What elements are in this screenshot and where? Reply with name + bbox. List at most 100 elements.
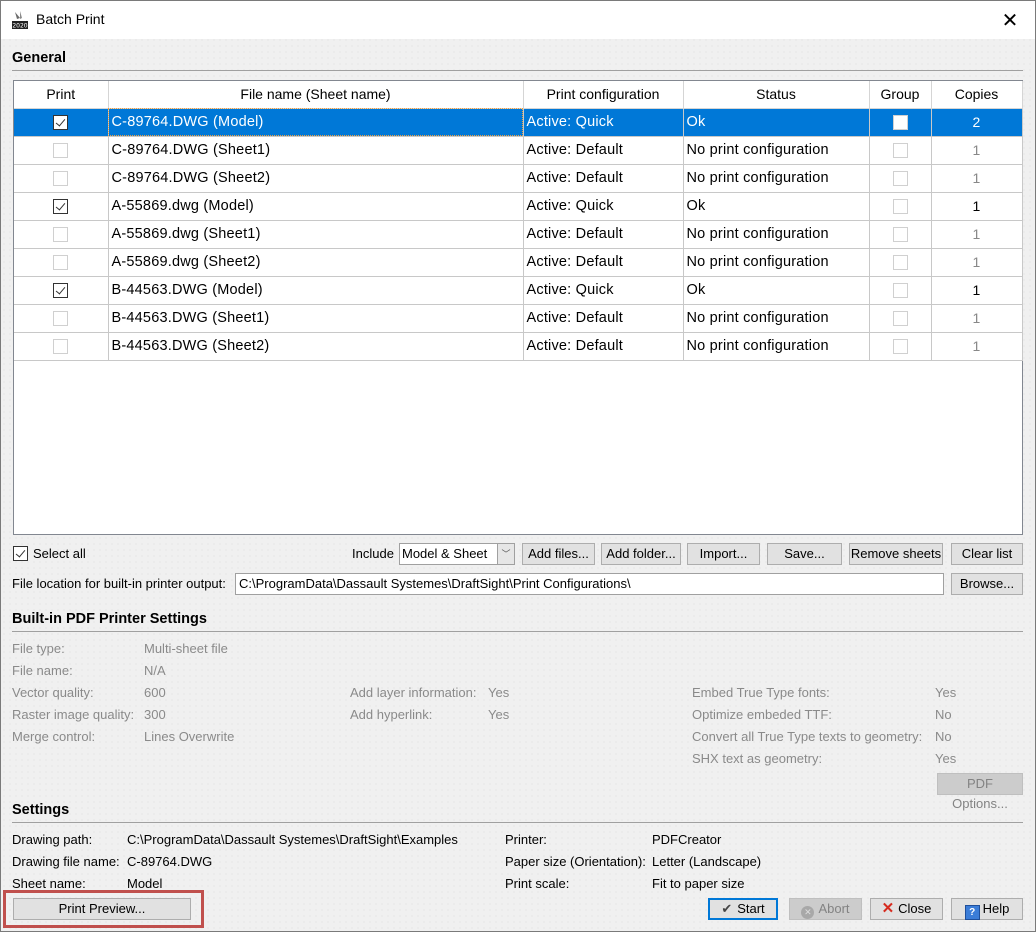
print-checkbox[interactable] — [53, 198, 69, 214]
cell-copies[interactable]: 1 — [931, 220, 1023, 249]
copies-value[interactable]: 1 — [973, 198, 981, 214]
print-checkbox[interactable] — [53, 170, 69, 186]
cell-print-configuration[interactable]: Active: Quick — [523, 192, 684, 221]
print-checkbox[interactable] — [53, 114, 69, 130]
file-location-input[interactable]: C:\ProgramData\Dassault Systemes\DraftSi… — [235, 573, 944, 595]
cell-group[interactable] — [869, 248, 932, 277]
column-header-group[interactable]: Group — [869, 81, 932, 109]
group-checkbox[interactable] — [892, 254, 908, 270]
remove-sheets-button[interactable]: Remove sheets — [849, 543, 943, 565]
cell-file-name[interactable]: C-89764.DWG (Sheet1) — [108, 136, 524, 165]
cell-copies[interactable]: 1 — [931, 136, 1023, 165]
column-header-file-name[interactable]: File name (Sheet name) — [108, 81, 524, 109]
cell-copies[interactable]: 1 — [931, 332, 1023, 361]
group-checkbox[interactable] — [892, 170, 908, 186]
copies-value[interactable]: 1 — [973, 226, 981, 242]
cell-copies[interactable]: 1 — [931, 304, 1023, 333]
cell-copies[interactable]: 1 — [931, 248, 1023, 277]
column-header-print[interactable]: Print — [14, 81, 109, 109]
cell-print-configuration[interactable]: Active: Default — [523, 164, 684, 193]
cell-copies[interactable]: 1 — [931, 276, 1023, 305]
table-row[interactable]: C-89764.DWG (Sheet1) Active: Default No pr… — [14, 136, 1023, 165]
column-header-status[interactable]: Status — [683, 81, 870, 109]
print-checkbox[interactable] — [53, 338, 69, 354]
cell-print[interactable] — [14, 304, 109, 333]
cell-copies[interactable]: 1 — [931, 192, 1023, 221]
chevron-down-icon[interactable]: ﹀ — [497, 544, 514, 564]
cell-group[interactable] — [869, 276, 932, 305]
cell-group[interactable] — [869, 192, 932, 221]
cell-group[interactable] — [869, 220, 932, 249]
cell-file-name[interactable]: C-89764.DWG (Sheet2) — [108, 164, 524, 193]
cell-file-name[interactable]: A-55869.dwg (Model) — [108, 192, 524, 221]
cell-copies[interactable]: 1 — [931, 164, 1023, 193]
cell-file-name[interactable]: B-44563.DWG (Sheet2) — [108, 332, 524, 361]
table-row[interactable]: A-55869.dwg (Sheet2) Active: Default No pr… — [14, 248, 1023, 277]
cell-group[interactable] — [869, 332, 932, 361]
cell-print-configuration[interactable]: Active: Default — [523, 332, 684, 361]
copies-value[interactable]: 1 — [973, 310, 981, 326]
copies-value[interactable]: 1 — [973, 142, 981, 158]
cell-group[interactable] — [869, 164, 932, 193]
include-dropdown[interactable]: Model & Sheet ﹀ — [399, 543, 515, 565]
table-row[interactable]: C-89764.DWG (Sheet2) Active: Default No pr… — [14, 164, 1023, 193]
group-checkbox[interactable] — [892, 310, 908, 326]
help-button[interactable]: ? Help — [951, 898, 1023, 920]
group-checkbox[interactable] — [892, 198, 908, 214]
abort-button[interactable]: ✕ Abort — [789, 898, 862, 920]
copies-value[interactable]: 1 — [973, 254, 981, 270]
print-checkbox[interactable] — [53, 142, 69, 158]
cell-print-configuration[interactable]: Active: Default — [523, 220, 684, 249]
group-checkbox[interactable] — [892, 338, 908, 354]
table-row[interactable]: A-55869.dwg (Sheet1) Active: Default No pr… — [14, 220, 1023, 249]
group-checkbox[interactable] — [892, 226, 908, 242]
print-preview-button[interactable]: Print Preview... — [13, 898, 191, 920]
cell-group[interactable] — [869, 136, 932, 165]
group-checkbox[interactable] — [892, 142, 908, 158]
browse-button[interactable]: Browse... — [951, 573, 1023, 595]
print-checkbox[interactable] — [53, 226, 69, 242]
pdf-options-button[interactable]: PDF Options... — [937, 773, 1023, 811]
start-button[interactable]: ✔ Start — [708, 898, 778, 920]
import-button[interactable]: Import... — [687, 543, 760, 565]
cell-print[interactable] — [14, 108, 109, 137]
cell-print[interactable] — [14, 220, 109, 249]
cell-copies[interactable]: 2 — [931, 108, 1023, 137]
cell-print-configuration[interactable]: Active: Quick — [523, 276, 684, 305]
column-header-print-configuration[interactable]: Print configuration — [523, 81, 684, 109]
table-row[interactable]: B-44563.DWG (Sheet1) Active: Default No pr… — [14, 304, 1023, 333]
cell-file-name[interactable]: A-55869.dwg (Sheet2) — [108, 248, 524, 277]
close-button[interactable]: ✕ Close — [870, 898, 943, 920]
cell-print[interactable] — [14, 276, 109, 305]
cell-print[interactable] — [14, 164, 109, 193]
cell-print[interactable] — [14, 192, 109, 221]
print-checkbox[interactable] — [53, 282, 69, 298]
table-row[interactable]: A-55869.dwg (Model) Active: Quick Ok 1 — [14, 192, 1023, 221]
clear-list-button[interactable]: Clear list — [951, 543, 1023, 565]
copies-value[interactable]: 1 — [973, 338, 981, 354]
cell-print-configuration[interactable]: Active: Default — [523, 304, 684, 333]
cell-group[interactable] — [869, 304, 932, 333]
save-button[interactable]: Save... — [767, 543, 842, 565]
print-checkbox[interactable] — [53, 254, 69, 270]
select-all-checkbox[interactable] — [13, 546, 28, 561]
group-checkbox[interactable] — [892, 282, 908, 298]
add-files-button[interactable]: Add files... — [522, 543, 595, 565]
cell-print-configuration[interactable]: Active: Quick — [523, 108, 684, 137]
table-row[interactable]: C-89764.DWG (Model) Active: Quick Ok 2 — [14, 108, 1023, 137]
batch-file-table[interactable]: Print File name (Sheet name) Print confi… — [13, 80, 1023, 535]
table-row[interactable]: B-44563.DWG (Model) Active: Quick Ok 1 — [14, 276, 1023, 305]
print-checkbox[interactable] — [53, 310, 69, 326]
close-icon[interactable]: ✕ — [999, 9, 1021, 31]
cell-group[interactable] — [869, 108, 932, 137]
table-row[interactable]: B-44563.DWG (Sheet2) Active: Default No pr… — [14, 332, 1023, 361]
add-folder-button[interactable]: Add folder... — [601, 543, 681, 565]
cell-file-name[interactable]: C-89764.DWG (Model) — [108, 108, 524, 137]
cell-print-configuration[interactable]: Active: Default — [523, 248, 684, 277]
cell-file-name[interactable]: B-44563.DWG (Model) — [108, 276, 524, 305]
cell-print-configuration[interactable]: Active: Default — [523, 136, 684, 165]
cell-file-name[interactable]: A-55869.dwg (Sheet1) — [108, 220, 524, 249]
cell-print[interactable] — [14, 332, 109, 361]
cell-file-name[interactable]: B-44563.DWG (Sheet1) — [108, 304, 524, 333]
copies-value[interactable]: 1 — [973, 282, 981, 298]
